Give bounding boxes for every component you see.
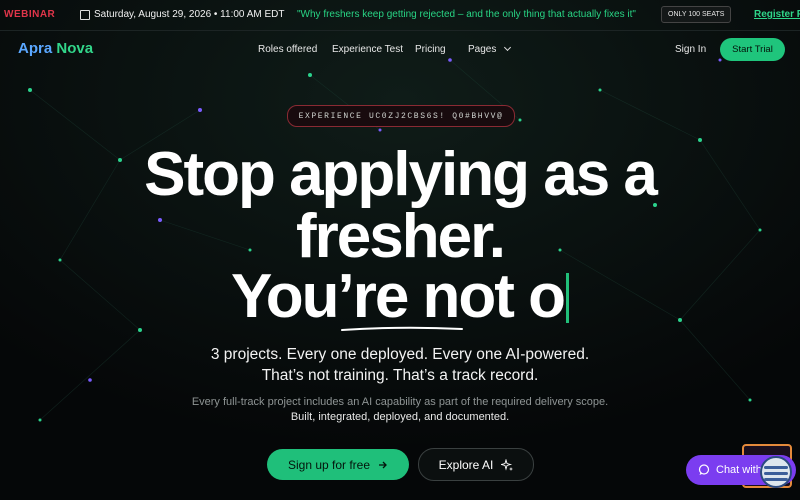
explore-ai-button[interactable]: Explore AI (418, 448, 534, 481)
explore-ai-label: Explore AI (438, 457, 494, 472)
hero-subheading-2: That’s not training. That’s a track reco… (261, 367, 539, 384)
avatar-band-middle (764, 472, 788, 475)
calendar-icon (80, 9, 90, 20)
brand-logo[interactable]: Apra Nova (18, 40, 93, 57)
avatar-band-bottom (764, 478, 788, 481)
logo-text-apra: Apra (18, 40, 53, 57)
sign-up-label: Sign up for free (287, 457, 371, 472)
register-link[interactable]: Register F (754, 9, 800, 20)
hero-description-1: Every full-track project includes an AI … (191, 396, 609, 408)
hero-heading-line-2: fresher. (295, 202, 506, 271)
nav-item-pages-label: Pages (468, 44, 497, 55)
nav-item-roles-offered[interactable]: Roles offered (258, 44, 317, 55)
sign-in-link[interactable]: Sign In (675, 44, 706, 55)
webinar-tag: WEBINAR (4, 9, 56, 20)
chat-label: Chat with (716, 464, 762, 476)
hero-subheading-1: 3 projects. Every one deployed. Every on… (210, 346, 590, 363)
start-trial-button[interactable]: Start Trial (720, 38, 785, 61)
avatar-band-top (764, 466, 788, 469)
support-avatar[interactable] (760, 456, 792, 488)
sign-up-button[interactable]: Sign up for free (267, 449, 409, 480)
experience-badge: EXPERIENCE UC0ZJ2CBS6S! Q0#BHVV@ (287, 105, 515, 127)
hero-heading-line-3: You’re not o (0, 266, 800, 328)
hero-description-2: Built, integrated, deployed, and documen… (290, 411, 510, 423)
webinar-date-text: Saturday, August 29, 2026 • 11:00 AM EDT (94, 9, 285, 20)
hero-heading-line-1: Stop applying as a (144, 140, 658, 209)
seats-badge: ONLY 100 SEATS (661, 6, 732, 23)
arrow-right-icon (379, 461, 387, 468)
webinar-quote: "Why freshers keep getting rejected – an… (297, 9, 636, 20)
typing-caret (566, 273, 570, 323)
nav-item-pages[interactable]: Pages (468, 43, 512, 55)
announcement-bar: WEBINAR Saturday, August 29, 2026 • 11:0… (0, 0, 800, 31)
main-navigation: Apra Nova Roles offered Experience Test … (0, 30, 800, 70)
logo-text-nova: Nova (56, 40, 94, 57)
chat-bubble-icon (698, 464, 710, 475)
typed-text: You’re not o (230, 262, 566, 331)
sparkle-icon (501, 458, 514, 471)
heading-underline (341, 326, 463, 331)
chevron-down-icon (504, 43, 512, 52)
nav-item-experience-test[interactable]: Experience Test (332, 44, 403, 55)
nav-item-pricing[interactable]: Pricing (415, 44, 446, 55)
webinar-date: Saturday, August 29, 2026 • 11:00 AM EDT (80, 9, 284, 20)
